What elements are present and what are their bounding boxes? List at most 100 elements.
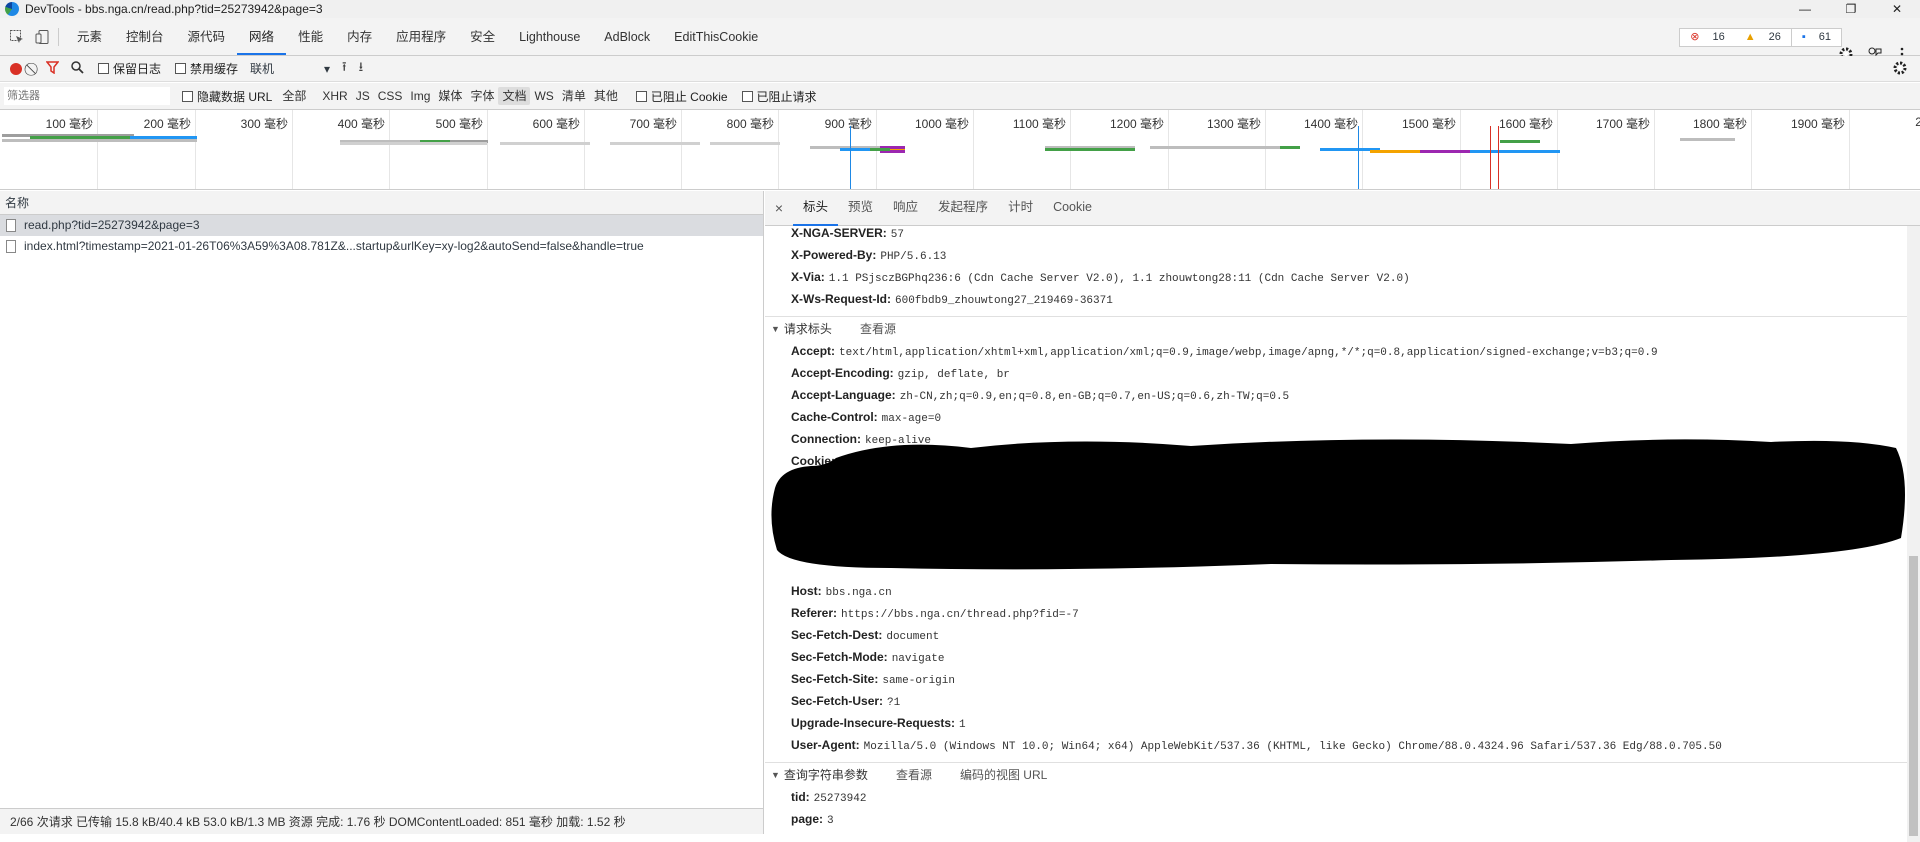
blocked-cookies-box[interactable] <box>635 90 647 102</box>
disable-cache-box[interactable] <box>175 63 187 74</box>
filter-type-1[interactable]: XHR <box>318 87 351 105</box>
filter-type-5[interactable]: 媒体 <box>434 87 466 105</box>
tab-7[interactable]: 安全 <box>458 18 507 55</box>
filter-input[interactable] <box>4 87 170 105</box>
timeline-request-bar <box>710 142 780 145</box>
header-value: 3 <box>827 815 834 827</box>
record-button[interactable] <box>10 62 22 75</box>
header-value: 25273942 <box>813 793 867 805</box>
header-name: Accept-Language: <box>791 388 896 402</box>
timeline-tick-label: 1000 毫秒 <box>914 117 969 131</box>
filter-type-2[interactable]: JS <box>352 87 374 105</box>
tab-9[interactable]: AdBlock <box>592 18 662 55</box>
section-header[interactable]: ▼ 请求标头 查看源 <box>765 316 1907 340</box>
network-settings-gear-icon[interactable] <box>1892 60 1908 79</box>
device-toolbar-icon[interactable] <box>34 28 52 46</box>
tab-0[interactable]: 元素 <box>65 18 114 55</box>
header-row: Accept-Encoding: gzip, deflate, br <box>791 366 1010 381</box>
header-row: X-NGA-SERVER: 57 <box>791 226 904 241</box>
tab-10[interactable]: EditThisCookie <box>662 18 770 55</box>
close-details-icon[interactable]: × <box>765 200 793 216</box>
tab-4[interactable]: 性能 <box>286 18 335 55</box>
filter-type-0[interactable]: 全部 <box>278 87 310 105</box>
detail-tab-4[interactable]: 计时 <box>998 191 1043 226</box>
request-row[interactable]: read.php?tid=25273942&page=3 <box>0 215 763 236</box>
section-link[interactable]: 查看源 <box>860 320 896 337</box>
hide-data-url-box[interactable] <box>182 90 193 102</box>
filter-type-9[interactable]: 清单 <box>558 87 590 105</box>
filter-type-8[interactable]: WS <box>530 87 557 105</box>
throttling-select[interactable]: 联机 ▾ <box>250 60 330 77</box>
timeline-gridline <box>1168 110 1169 189</box>
detail-tab-5[interactable]: Cookie <box>1043 191 1102 226</box>
blocked-cookies-checkbox[interactable]: 已阻止 Cookie <box>635 88 728 105</box>
header-row: X-Powered-By: PHP/5.6.13 <box>791 248 946 263</box>
collapse-arrow-icon[interactable]: ▼ <box>771 770 780 780</box>
search-icon[interactable] <box>71 60 84 77</box>
hide-data-url-checkbox[interactable]: 隐藏数据 URL <box>182 88 272 105</box>
detail-tab-2[interactable]: 响应 <box>883 191 928 226</box>
filter-icon[interactable] <box>45 60 60 77</box>
header-value: max-age=0 <box>881 413 942 425</box>
tab-1[interactable]: 控制台 <box>114 18 176 55</box>
timeline-gridline <box>389 110 390 189</box>
detail-tab-1[interactable]: 预览 <box>838 191 883 226</box>
filter-type-7[interactable]: 文档 <box>498 87 531 105</box>
header-row: Sec-Fetch-Mode: navigate <box>791 650 945 665</box>
close-window-button[interactable]: ✕ <box>1874 0 1920 18</box>
tab-5[interactable]: 内存 <box>335 18 384 55</box>
timeline-request-bar <box>500 142 590 145</box>
details-scrollbar[interactable] <box>1907 226 1920 842</box>
message-counter[interactable]: ▪ 61 <box>1790 29 1841 46</box>
detail-tab-0[interactable]: 标头 <box>793 191 839 226</box>
message-count: 61 <box>1818 31 1831 43</box>
timeline-tick-label: 300 毫秒 <box>240 117 288 131</box>
export-har-icon[interactable]: ⭳ <box>359 58 364 80</box>
scrollbar-thumb[interactable] <box>1909 556 1918 836</box>
header-name: Accept-Encoding: <box>791 366 894 380</box>
blocked-requests-checkbox[interactable]: 已阻止请求 <box>741 88 817 105</box>
header-name: X-Via: <box>791 270 825 284</box>
timeline-request-bar <box>1470 150 1560 153</box>
filter-type-3[interactable]: CSS <box>374 87 407 105</box>
timeline-gridline <box>584 110 585 189</box>
request-details-pane: × 标头 预览 响应 发起程序 计时 Cookie X-NGA-SERVER: 57 X-Po… <box>765 191 1920 842</box>
filter-type-6[interactable]: 字体 <box>466 87 498 105</box>
name-column-header[interactable]: 名称 <box>0 191 763 215</box>
filter-type-4[interactable]: Img <box>406 87 434 105</box>
inspect-element-icon[interactable] <box>8 28 26 46</box>
timeline-request-bar <box>1280 146 1300 149</box>
tab-8[interactable]: Lighthouse <box>507 18 592 55</box>
minimize-button[interactable]: — <box>1782 0 1828 18</box>
header-row: Host: bbs.nga.cn <box>791 584 892 599</box>
window-title: DevTools - bbs.nga.cn/read.php?tid=25273… <box>25 2 323 16</box>
timeline-gridline <box>1849 110 1850 189</box>
blocked-requests-box[interactable] <box>741 90 753 102</box>
tab-3[interactable]: 网络 <box>237 18 287 55</box>
header-name: X-NGA-SERVER: <box>791 226 887 240</box>
section-link[interactable]: 查看源 <box>896 766 932 783</box>
request-row[interactable]: index.html?timestamp=2021-01-26T06%3A59%… <box>0 236 763 257</box>
tab-2[interactable]: 源代码 <box>176 18 238 55</box>
preserve-log-checkbox[interactable]: 保留日志 <box>98 60 161 77</box>
warning-counter[interactable]: ▲ 26 <box>1735 29 1791 46</box>
disable-cache-checkbox[interactable]: 禁用缓存 <box>175 60 238 77</box>
error-count: 16 <box>1712 31 1725 43</box>
filter-type-10[interactable]: 其他 <box>590 87 622 105</box>
preserve-log-box[interactable] <box>98 63 109 74</box>
section-header[interactable]: ▼ 查询字符串参数 查看源 编码的视图 URL <box>765 762 1907 786</box>
header-name: Sec-Fetch-Mode: <box>791 650 888 664</box>
error-counter[interactable]: ⊗ 16 <box>1680 29 1734 46</box>
issue-counters[interactable]: ⊗ 16 ▲ 26 ▪ 61 <box>1679 28 1842 47</box>
timeline-request-bar <box>1150 146 1280 149</box>
import-har-icon[interactable]: ⭱ <box>342 58 347 80</box>
section-link[interactable]: 编码的视图 URL <box>960 766 1047 783</box>
network-overview-timeline[interactable]: 100 毫秒 200 毫秒 300 毫秒 400 毫秒 500 毫秒 600 毫秒 700 … <box>0 110 1920 190</box>
timeline-tick-label: 2000 <box>1915 115 1920 129</box>
collapse-arrow-icon[interactable]: ▼ <box>771 324 780 334</box>
tab-6[interactable]: 应用程序 <box>384 18 458 55</box>
detail-tab-3[interactable]: 发起程序 <box>928 191 998 226</box>
header-row: X-Via: 1.1 PSjsczBGPhq236:6 (Cdn Cache Se… <box>791 270 1410 285</box>
header-name: Referer: <box>791 606 838 620</box>
restore-button[interactable]: ❐ <box>1828 0 1874 18</box>
